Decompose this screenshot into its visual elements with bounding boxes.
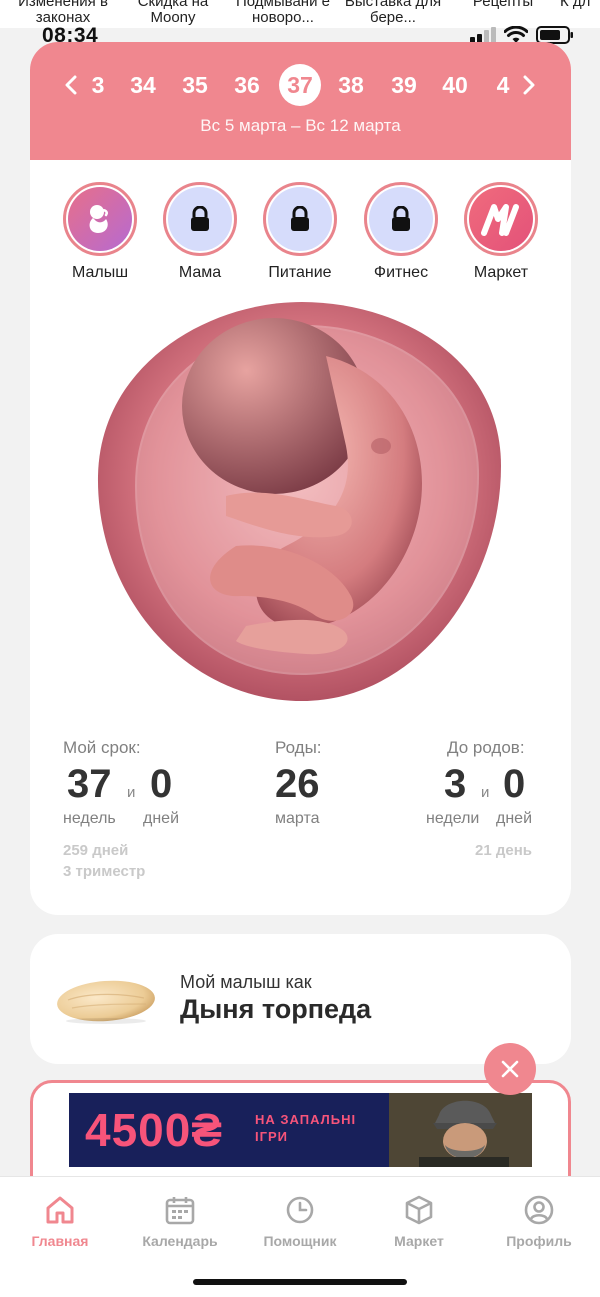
tab-calendar[interactable]: Календарь bbox=[120, 1195, 240, 1249]
term-label: Мой срок: bbox=[63, 738, 141, 757]
left-days-unit: дней bbox=[496, 810, 533, 827]
tab-label: Маркет bbox=[394, 1233, 444, 1249]
pregnancy-overview-card: 3 34 35 36 37 38 39 40 4 Вс 5 марта – Вс… bbox=[30, 42, 571, 915]
left-label: До родов: bbox=[447, 738, 525, 757]
term-weeks-value: 37 bbox=[67, 762, 112, 806]
week-item[interactable]: 34 bbox=[121, 64, 165, 106]
week-date-range: Вс 5 марта – Вс 12 марта bbox=[200, 116, 401, 135]
category-nutrition[interactable]: Питание bbox=[250, 182, 350, 282]
ad-close-button[interactable] bbox=[484, 1043, 536, 1095]
category-label: Фитнес bbox=[373, 264, 429, 281]
chevron-right-icon[interactable] bbox=[518, 75, 538, 95]
left-days-value: 0 bbox=[503, 762, 526, 806]
lock-icon bbox=[291, 206, 309, 231]
ad-text-line: НА ЗАПАЛЬНІ bbox=[255, 1112, 357, 1127]
lock-icon bbox=[392, 206, 410, 231]
category-label: Маркет bbox=[473, 264, 529, 281]
left-and: и bbox=[481, 784, 490, 801]
ad-banner[interactable]: 4500₴ НА ЗАПАЛЬНІ ІГРИ bbox=[69, 1093, 532, 1167]
category-label: Питание bbox=[268, 264, 332, 281]
week-item[interactable]: 39 bbox=[382, 64, 426, 106]
fetus-illustration bbox=[97, 302, 502, 701]
term-and: и bbox=[127, 784, 136, 801]
category-baby[interactable]: Малыш bbox=[50, 182, 150, 282]
term-total-days: 259 дней bbox=[63, 842, 129, 859]
clock-icon bbox=[286, 1196, 314, 1224]
tab-assistant[interactable]: Помощник bbox=[240, 1195, 360, 1249]
left-weeks-value: 3 bbox=[444, 762, 467, 806]
week-item[interactable]: 38 bbox=[329, 64, 373, 106]
left-total-days: 21 день bbox=[475, 842, 532, 859]
category-row: Малыш Мама Питание Фитнес Маркет bbox=[30, 182, 571, 282]
tab-home[interactable]: Главная bbox=[0, 1195, 120, 1249]
category-market[interactable]: Маркет bbox=[451, 182, 551, 282]
category-fitness[interactable]: Фитнес bbox=[351, 182, 451, 282]
left-weeks-unit: недели bbox=[426, 810, 480, 827]
ad-text: НА ЗАПАЛЬНІ ІГРИ bbox=[255, 1111, 356, 1145]
week-item[interactable]: 36 bbox=[225, 64, 269, 106]
term-days-value: 0 bbox=[150, 762, 173, 806]
tab-label: Главная bbox=[31, 1233, 89, 1249]
tab-label: Помощник bbox=[263, 1233, 337, 1249]
close-icon bbox=[501, 1060, 519, 1078]
story-item[interactable]: К дл bbox=[560, 0, 600, 10]
ad-amount: 4500₴ bbox=[85, 1104, 224, 1156]
week-item-selected[interactable]: 37 bbox=[279, 64, 321, 106]
story-item[interactable]: Рецепты bbox=[448, 0, 558, 10]
baby-size-name: Дыня торпеда bbox=[180, 994, 372, 1024]
baby-size-prefix: Мой малыш как bbox=[180, 972, 312, 992]
week-list: 3 34 35 36 37 38 39 40 4 bbox=[30, 64, 571, 106]
week-item[interactable]: 35 bbox=[173, 64, 217, 106]
week-item[interactable]: 3 bbox=[76, 64, 120, 106]
tab-market[interactable]: Маркет bbox=[359, 1195, 479, 1249]
lock-icon bbox=[191, 206, 209, 231]
category-label: Малыш bbox=[71, 264, 129, 281]
home-icon bbox=[46, 1196, 74, 1224]
week-selector: 3 34 35 36 37 38 39 40 4 Вс 5 марта – Вс… bbox=[30, 42, 571, 160]
home-indicator bbox=[193, 1279, 407, 1285]
term-trimester: 3 триместр bbox=[63, 863, 146, 880]
tab-profile[interactable]: Профиль bbox=[479, 1195, 599, 1249]
melon-image bbox=[57, 980, 155, 1024]
birth-day-value: 26 bbox=[275, 762, 320, 806]
baby-icon bbox=[89, 205, 108, 233]
tab-label: Профиль bbox=[506, 1233, 572, 1249]
birth-month: марта bbox=[275, 810, 320, 827]
category-mom[interactable]: Мама bbox=[150, 182, 250, 282]
tab-label: Календарь bbox=[142, 1233, 218, 1249]
box-icon bbox=[405, 1195, 433, 1225]
category-label: Мама bbox=[178, 264, 222, 281]
week-item[interactable]: 40 bbox=[433, 64, 477, 106]
term-weeks-unit: недель bbox=[63, 810, 116, 827]
profile-icon bbox=[524, 1195, 554, 1225]
cellular-signal-icon bbox=[470, 27, 496, 43]
ad-character-image bbox=[389, 1093, 532, 1167]
market-logo-icon bbox=[481, 204, 519, 236]
ad-text-line: ІГРИ bbox=[255, 1129, 288, 1144]
birth-label: Роды: bbox=[275, 738, 322, 757]
calendar-icon bbox=[165, 1197, 195, 1225]
baby-size-card[interactable]: Мой малыш как Дыня торпеда bbox=[30, 934, 571, 1064]
term-days-unit: дней bbox=[143, 810, 180, 827]
